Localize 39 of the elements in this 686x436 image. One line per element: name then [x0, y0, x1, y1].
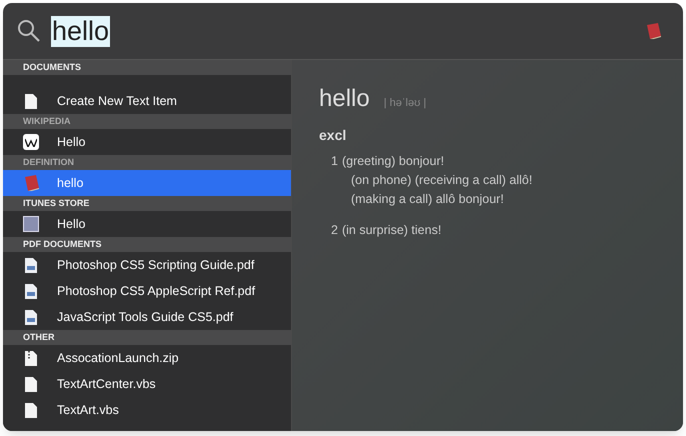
pdf-file-icon	[25, 258, 37, 272]
album-artwork	[23, 216, 39, 232]
pdf-file-icon	[25, 310, 37, 324]
result-item[interactable]: JavaScript Tools Guide CS5.pdf	[3, 304, 291, 330]
translation-line: (making a call) allô bonjour!	[350, 190, 505, 208]
result-item[interactable]: Hello	[3, 129, 291, 155]
sense-number: 2	[331, 222, 338, 238]
translation-line: (in surprise) tiens!	[342, 222, 442, 239]
translation-line: (on phone) (receiving a call) allô!	[350, 172, 532, 189]
result-item[interactable]: TextArt.vbs	[3, 397, 291, 423]
dictionary-book-icon	[646, 23, 661, 39]
pdf-file-icon	[25, 284, 37, 298]
part-of-speech: excl	[319, 126, 348, 144]
document-icon	[25, 94, 37, 108]
result-item[interactable]: Photoshop CS5 AppleScript Ref.pdf	[3, 278, 291, 304]
document-icon	[25, 402, 37, 418]
headword: hello	[319, 87, 370, 111]
search-field[interactable]: hello	[51, 16, 636, 46]
result-item[interactable]: TextArtCenter.vbs	[3, 371, 291, 397]
sense-number: 1	[331, 152, 338, 170]
section-title: DOCUMENTS	[23, 63, 81, 72]
zip-file-icon	[25, 350, 37, 366]
section-title: PDF DOCUMENTS	[23, 240, 102, 249]
document-icon	[25, 376, 37, 392]
result-item[interactable]: Photoshop CS5 Scripting Guide.pdf	[3, 252, 291, 278]
section-title: ITUNES STORE	[23, 199, 90, 208]
result-item[interactable]: Hello	[3, 211, 291, 237]
section-title: DEFINITION	[23, 158, 74, 167]
section-title: OTHER	[23, 333, 54, 342]
result-item[interactable]: hello	[3, 170, 291, 196]
dictionary-book-icon	[24, 175, 38, 191]
wikipedia-icon	[23, 134, 39, 150]
search-query: hello	[51, 16, 110, 46]
result-item[interactable]: Create New Text Item	[3, 88, 291, 114]
section-title: WIKIPEDIA	[23, 117, 71, 126]
translation-line: (greeting) bonjour!	[342, 152, 446, 170]
search-icon	[17, 19, 41, 43]
result-item[interactable]: AssocationLaunch.zip	[3, 345, 291, 371]
pronunciation: | həˈləʊ |	[384, 96, 426, 111]
